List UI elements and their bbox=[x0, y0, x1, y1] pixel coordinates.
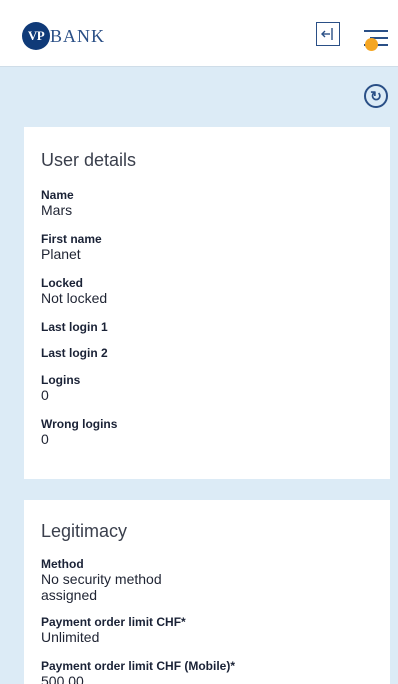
logout-icon bbox=[321, 28, 333, 40]
logins-value: 0 bbox=[41, 387, 49, 403]
wrong-logins-label: Wrong logins bbox=[41, 417, 118, 431]
locked-value: Not locked bbox=[41, 290, 108, 306]
last-login-2-label: Last login 2 bbox=[41, 346, 108, 360]
payment-limit-label: Payment order limit CHF* bbox=[41, 615, 186, 629]
name-label: Name bbox=[41, 188, 74, 202]
refresh-button[interactable]: ↻ bbox=[364, 84, 388, 108]
legitimacy-title: Legitimacy bbox=[41, 521, 128, 541]
user-details-card: User details Name Mars First name Planet… bbox=[24, 127, 390, 479]
wrong-logins-value: 0 bbox=[41, 431, 49, 447]
refresh-icon: ↻ bbox=[370, 88, 382, 104]
name-value: Mars bbox=[41, 202, 73, 218]
notification-dot bbox=[365, 38, 378, 51]
first-name-value: Planet bbox=[41, 246, 81, 262]
logout-button[interactable] bbox=[316, 22, 340, 46]
payment-limit-value: Unlimited bbox=[41, 629, 100, 645]
vp-bank-logo[interactable]: VP BANK bbox=[22, 22, 105, 50]
payment-limit-mobile-value: 500.00 bbox=[41, 673, 84, 684]
method-label: Method bbox=[41, 557, 84, 571]
user-details-title: User details bbox=[41, 150, 137, 170]
hamburger-menu-icon bbox=[364, 30, 388, 32]
legitimacy-card: Legitimacy Method No security method ass… bbox=[24, 500, 390, 684]
last-login-1-label: Last login 1 bbox=[41, 320, 108, 334]
first-name-label: First name bbox=[41, 232, 102, 246]
locked-label: Locked bbox=[41, 276, 84, 290]
logo-text: BANK bbox=[50, 25, 106, 46]
payment-limit-mobile-label: Payment order limit CHF (Mobile)* bbox=[41, 659, 236, 673]
logins-label: Logins bbox=[41, 373, 81, 387]
logo-mark: VP bbox=[22, 22, 50, 50]
app-header: VP BANK bbox=[0, 0, 398, 67]
app-screen: VP BANK ↻ User details Name Mars First n… bbox=[0, 0, 398, 684]
method-value-line1: No security method bbox=[41, 571, 162, 587]
method-value-line2: assigned bbox=[41, 587, 98, 603]
